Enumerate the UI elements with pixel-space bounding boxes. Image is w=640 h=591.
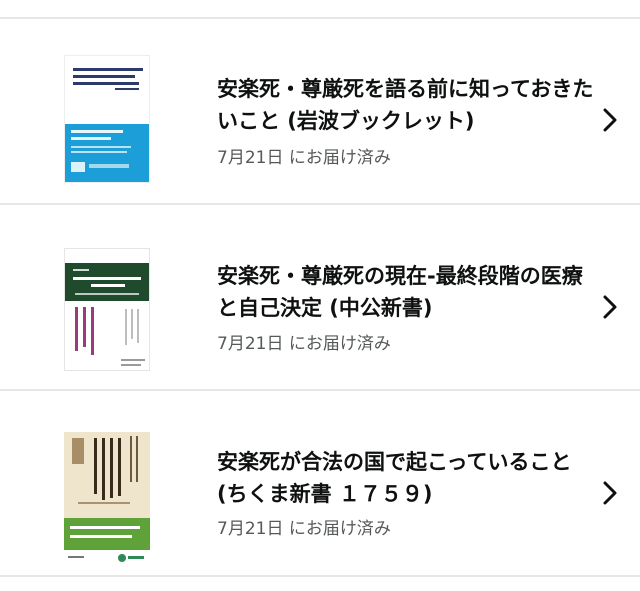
product-title[interactable]: 安楽死・尊厳死の現在-最終段階の医療と自己決定 (中公新書) <box>217 260 597 324</box>
delivery-status: 7月21日 にお届け済み <box>217 519 391 539</box>
cover-green-band <box>65 263 149 301</box>
book-cover-image[interactable] <box>64 55 150 183</box>
delivery-status: 7月21日 にお届け済み <box>217 334 391 354</box>
cover-title-art <box>72 436 138 504</box>
cover-lower-art <box>75 307 145 366</box>
divider <box>0 575 640 577</box>
publisher-logo-art <box>68 554 144 562</box>
cover-top-area <box>65 56 149 124</box>
cover-green-band <box>64 518 150 550</box>
book-cover-image[interactable] <box>64 432 150 566</box>
cover-band-art <box>70 526 140 538</box>
cover-blue-band <box>65 124 149 182</box>
cover-band-art <box>71 130 131 172</box>
product-title[interactable]: 安楽死が合法の国で起こっていること (ちくま新書 １７５９) <box>217 446 597 510</box>
book-cover-image[interactable] <box>64 248 150 371</box>
chevron-right-icon[interactable] <box>600 293 620 321</box>
cover-footer <box>64 550 150 566</box>
chevron-right-icon[interactable] <box>600 106 620 134</box>
cover-band-art <box>73 269 141 295</box>
cover-title-art <box>73 68 143 90</box>
product-title[interactable]: 安楽死・尊厳死を語る前に知っておきたいこと (岩波ブックレット) <box>217 73 597 137</box>
order-item[interactable]: 安楽死・尊厳死を語る前に知っておきたいこと (岩波ブックレット) 7月21日 に… <box>0 0 640 205</box>
order-history-list: 安楽死・尊厳死を語る前に知っておきたいこと (岩波ブックレット) 7月21日 に… <box>0 0 640 591</box>
delivery-status: 7月21日 にお届け済み <box>217 148 391 168</box>
chevron-right-icon[interactable] <box>600 479 620 507</box>
